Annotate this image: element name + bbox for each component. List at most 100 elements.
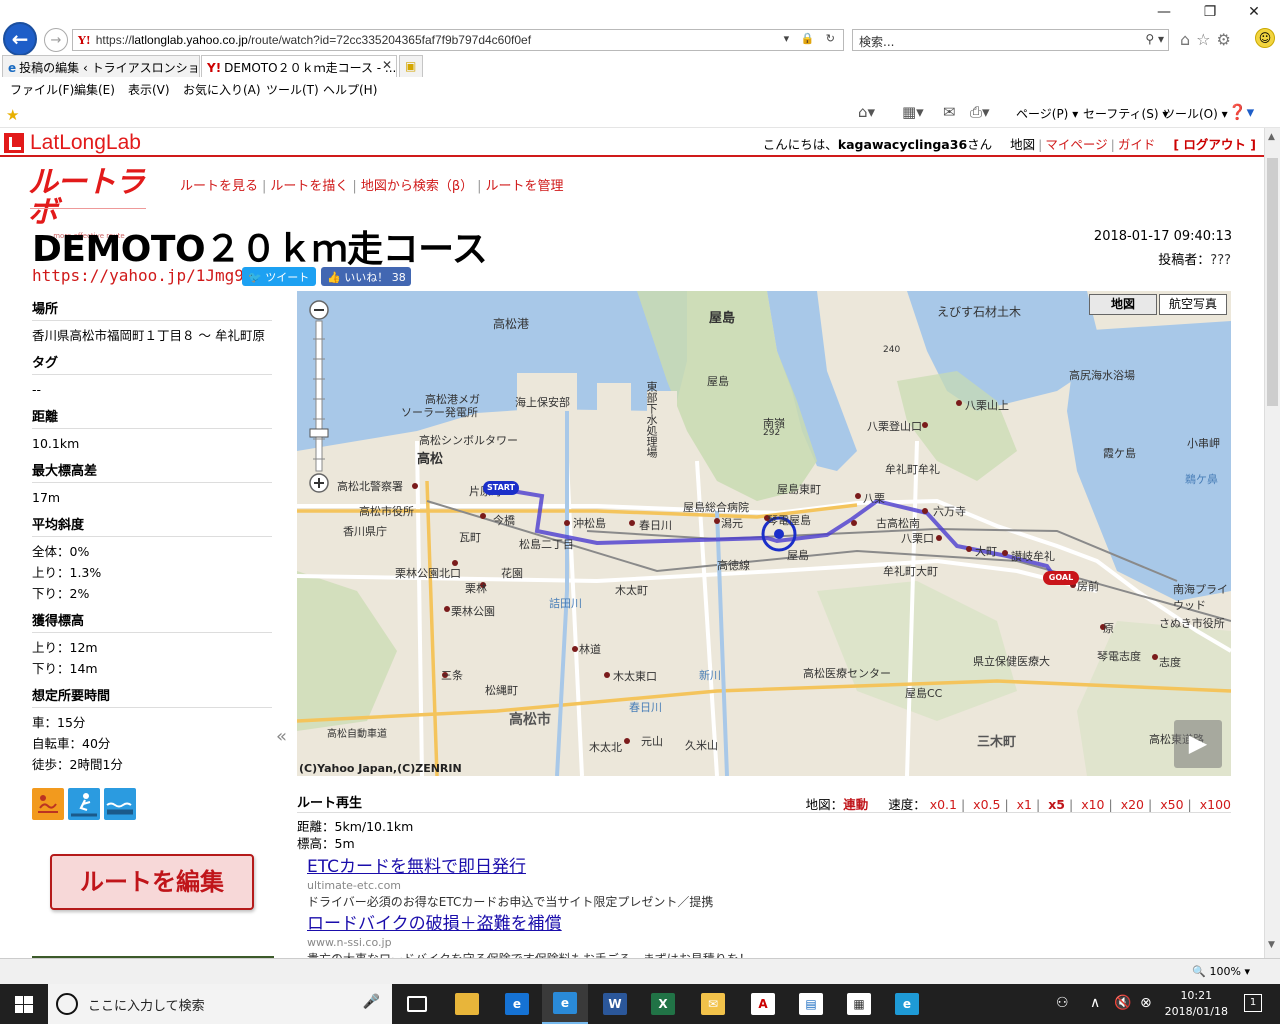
time-values: 車：15分 自転車：40分 徒歩：2時間1分 (32, 715, 123, 772)
speed-x50[interactable]: x50 (1160, 797, 1183, 812)
new-tab-button[interactable]: ▣ (399, 55, 423, 77)
menu-favorites[interactable]: お気に入り(A) (183, 81, 261, 98)
windows-taskbar: ここに入力して検索 🎤 e e W X ✉ A ▤ ▦ e ⚇ ∧ 🔇 ⊗ 10… (0, 984, 1280, 1024)
distance-heading: 距離 (32, 406, 272, 429)
home-favorites-settings-icons[interactable]: ⌂☆⚙ (1180, 30, 1237, 49)
ie-page-icon: e (8, 61, 17, 75)
page-scrollbar[interactable]: ▲ ▼ (1264, 128, 1280, 958)
nav-manage-routes[interactable]: ルートを管理 (486, 179, 564, 194)
taskbar-excel[interactable]: X (640, 984, 686, 1024)
taskbar-acrobat[interactable]: A (740, 984, 786, 1024)
speed-x100[interactable]: x100 (1200, 797, 1231, 812)
gain-heading: 獲得標高 (32, 610, 272, 633)
ad-title-link[interactable]: ロードバイクの破損＋盗難を補償 (307, 909, 1207, 934)
speed-x10[interactable]: x10 (1081, 797, 1104, 812)
taskbar-app-doc[interactable]: ▤ (788, 984, 834, 1024)
latlonglab-logo[interactable]: LatLongLab (4, 131, 141, 154)
menu-bar: ファイル(F) 編集(E) 表示(V) お気に入り(A) ツール(T) ヘルプ(… (0, 78, 1280, 98)
maximize-button[interactable]: ❐ (1188, 4, 1232, 20)
menu-file[interactable]: ファイル(F) (10, 81, 74, 98)
tray-expand-icon[interactable]: ∧ (1090, 995, 1100, 1011)
help-icon[interactable]: ❓▾ (1228, 103, 1254, 121)
speed-x1[interactable]: x1 (1017, 797, 1032, 812)
short-url-link[interactable]: https://yahoo.jp/1Jmg90 (32, 266, 254, 285)
favorites-star-icon[interactable]: ★ (6, 106, 19, 124)
mypage-link[interactable]: マイページ (1045, 137, 1107, 152)
logout-link[interactable]: [ ログアウト ] (1173, 137, 1256, 152)
speed-x5[interactable]: x5 (1048, 797, 1065, 812)
route-map[interactable]: 高松港 屋島 えびす石材土木 高松港メガ ソーラー発電所 海上保安部 東部下水処… (297, 291, 1231, 776)
rss-icon[interactable]: ▦▾ (902, 103, 924, 121)
zoom-level[interactable]: 🔍 100% ▾ (1192, 965, 1250, 978)
people-icon[interactable]: ⚇ (1056, 995, 1069, 1011)
triathlon-icon[interactable] (32, 788, 64, 820)
notification-center-icon[interactable]: 1 (1244, 994, 1262, 1012)
taskbar-app-card[interactable]: ▦ (836, 984, 882, 1024)
volume-muted-icon[interactable]: 🔇 (1114, 995, 1131, 1011)
start-button[interactable] (0, 984, 48, 1024)
cmd-tools[interactable]: ツール(O) ▾ (1163, 105, 1228, 122)
map-zoom-control[interactable] (307, 299, 331, 495)
windows-logo-icon (15, 996, 33, 1013)
guide-link[interactable]: ガイド (1118, 137, 1156, 152)
nav-map-search[interactable]: 地図から検索（β） (361, 179, 473, 194)
taskbar-ie[interactable]: e (542, 984, 588, 1024)
scroll-down-icon[interactable]: ▼ (1268, 940, 1275, 950)
menu-edit[interactable]: 編集(E) (74, 81, 115, 98)
routelab-logo[interactable]: ルートラボ more effective route (28, 168, 150, 240)
task-view-button[interactable] (394, 984, 440, 1024)
slope-heading: 平均斜度 (32, 514, 272, 537)
speed-x20[interactable]: x20 (1121, 797, 1144, 812)
collapse-panel-icon[interactable]: « (276, 726, 287, 747)
taskbar-app-blue[interactable]: e (884, 984, 930, 1024)
ad-title-link[interactable]: ETCカードを無料で即日発行 (307, 852, 1207, 877)
address-bar[interactable]: Y! https://latlonglab.yahoo.co.jp/route/… (72, 29, 844, 51)
map-view-button[interactable]: 地図 (1089, 294, 1157, 315)
scroll-thumb[interactable] (1267, 158, 1278, 406)
menu-help[interactable]: ヘルプ(H) (323, 81, 377, 98)
address-controls[interactable]: ▾ 🔒 ↻ (784, 32, 839, 45)
network-icon[interactable]: ⊗ (1140, 995, 1152, 1011)
swimming-icon[interactable] (104, 788, 136, 820)
speed-x0.5[interactable]: x0.5 (973, 797, 1000, 812)
map-sync-link[interactable]: 連動 (843, 797, 868, 812)
mail-icon[interactable]: ✉ (943, 103, 956, 121)
taskbar-word[interactable]: W (592, 984, 638, 1024)
scroll-up-icon[interactable]: ▲ (1268, 132, 1275, 142)
speed-x0.1[interactable]: x0.1 (930, 797, 957, 812)
minimize-button[interactable]: — (1142, 4, 1186, 20)
running-icon[interactable] (68, 788, 100, 820)
tweet-button[interactable]: 🐦 ツイート (242, 267, 316, 286)
home-icon[interactable]: ⌂▾ (858, 103, 875, 121)
menu-view[interactable]: 表示(V) (128, 81, 170, 98)
tab-edit-post[interactable]: e投稿の編集 ‹ トライアスロンショップ... (2, 55, 200, 77)
tab-route-page[interactable]: Y! DEMOTO２０ｋｍ走コース - ... ✕ (201, 55, 397, 77)
map-link[interactable]: 地図 (1010, 137, 1035, 152)
taskbar-clock[interactable]: 10:21 2018/01/18 (1165, 988, 1228, 1020)
back-button[interactable]: ← (3, 22, 37, 56)
street-view-icon[interactable]: ▶ (1174, 720, 1222, 768)
goal-marker: GOAL (1043, 571, 1079, 585)
location-heading: 場所 (32, 298, 272, 321)
menu-tools[interactable]: ツール(T) (266, 81, 319, 98)
cmd-safety[interactable]: セーフティ(S) ▾ (1083, 105, 1168, 122)
close-tab-icon[interactable]: ✕ (382, 58, 392, 72)
gain-values: 上り：12m 下り：14m (32, 640, 98, 676)
microphone-icon[interactable]: 🎤 (363, 994, 380, 1010)
like-button[interactable]: 👍 いいね！ 38 (321, 267, 411, 286)
taskbar-search-box[interactable]: ここに入力して検索 🎤 (48, 984, 392, 1024)
search-icon[interactable]: ⚲ ▾ (1145, 32, 1164, 46)
cmd-page[interactable]: ページ(P) ▾ (1016, 105, 1078, 122)
feedback-smiley-icon[interactable]: ☺ (1255, 28, 1275, 48)
print-icon[interactable]: ⎙▾ (970, 103, 990, 121)
taskbar-explorer[interactable] (444, 984, 490, 1024)
edit-route-button[interactable]: ルートを編集 (50, 854, 254, 910)
taskbar-edge[interactable]: e (494, 984, 540, 1024)
nav-draw-route[interactable]: ルートを描く (270, 179, 348, 194)
browser-search-box[interactable]: 検索... ⚲ ▾ (852, 29, 1169, 51)
taskbar-mail[interactable]: ✉ (690, 984, 736, 1024)
close-window-button[interactable]: ✕ (1232, 4, 1276, 20)
forward-button[interactable]: → (44, 28, 68, 52)
aerial-view-button[interactable]: 航空写真 (1159, 294, 1227, 315)
nav-view-routes[interactable]: ルートを見る (180, 179, 258, 194)
